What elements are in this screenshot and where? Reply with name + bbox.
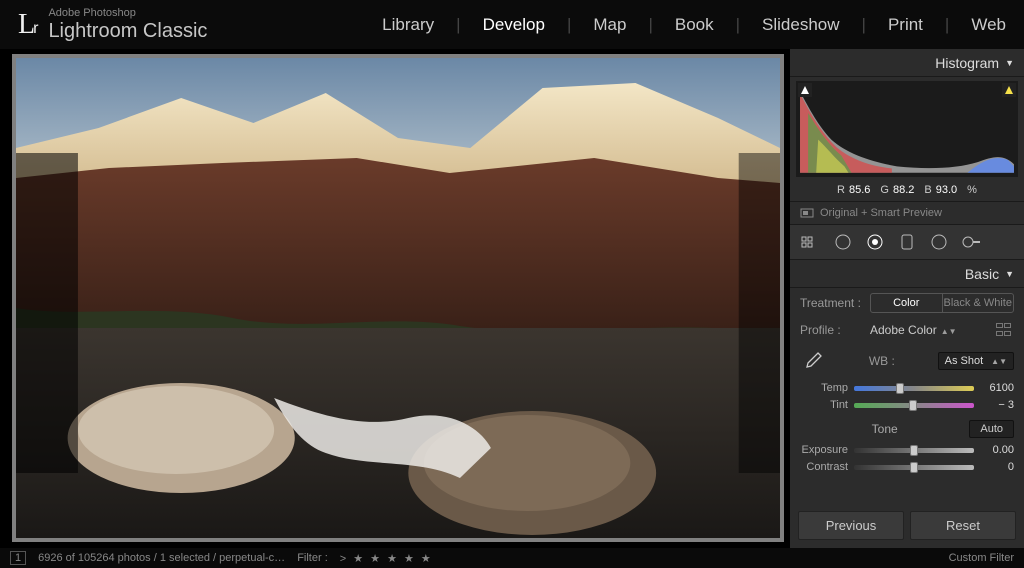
temp-label: Temp (800, 382, 848, 394)
tint-value[interactable]: − 3 (980, 399, 1014, 411)
treatment-bw[interactable]: Black & White (943, 294, 1014, 312)
basic-panel-header[interactable]: Basic ▼ (790, 260, 1024, 288)
module-library[interactable]: Library (382, 15, 434, 35)
adjustment-brush-icon[interactable] (960, 231, 982, 253)
shadow-clip-indicator[interactable] (798, 83, 812, 97)
treatment-row: Treatment : Color Black & White (790, 288, 1024, 318)
radial-filter-icon[interactable] (928, 231, 950, 253)
right-panel: Histogram ▼ R85.6 (790, 49, 1024, 548)
exposure-slider-row: Exposure 0.00 (790, 442, 1024, 459)
crop-tool-icon[interactable] (832, 231, 854, 253)
exposure-slider[interactable] (854, 448, 974, 453)
spot-removal-icon[interactable] (864, 231, 886, 253)
profile-browser-icon[interactable] (996, 323, 1014, 337)
custom-filter-dropdown[interactable]: Custom Filter (949, 552, 1014, 564)
treatment-toggle[interactable]: Color Black & White (870, 293, 1014, 313)
filmstrip-footer: 1 6926 of 105264 photos / 1 selected / p… (0, 548, 1024, 568)
canvas-area (0, 49, 790, 548)
tone-label: Tone (800, 422, 969, 436)
main: Histogram ▼ R85.6 (0, 49, 1024, 548)
exposure-value[interactable]: 0.00 (980, 444, 1014, 456)
temp-slider-row: Temp 6100 (790, 380, 1024, 397)
brand-title: Lightroom Classic (48, 21, 207, 41)
app-root: Lr Adobe Photoshop Lightroom Classic Lib… (0, 0, 1024, 568)
photo-preview (16, 58, 780, 538)
filter-label: Filter : (297, 552, 328, 564)
contrast-slider[interactable] (854, 465, 974, 470)
rating-filter[interactable]: > ★ ★ ★ ★ ★ (340, 552, 433, 565)
auto-button[interactable]: Auto (969, 420, 1014, 438)
grid-view-icon[interactable]: 1 (10, 551, 26, 565)
redeye-tool-icon[interactable] (896, 231, 918, 253)
preview-label: Original + Smart Preview (820, 207, 942, 219)
photo-frame[interactable] (12, 54, 784, 542)
tint-label: Tint (800, 399, 848, 411)
preview-icon (800, 208, 814, 218)
exposure-label: Exposure (800, 444, 848, 456)
module-book[interactable]: Book (675, 15, 714, 35)
white-balance-row: WB : As Shot▲▼ (790, 342, 1024, 380)
profile-dropdown[interactable]: Adobe Color▲▼ (870, 323, 957, 337)
temp-slider[interactable] (854, 386, 974, 391)
module-picker-bar: Lr Adobe Photoshop Lightroom Classic Lib… (0, 0, 1024, 49)
profile-row: Profile : Adobe Color▲▼ (790, 318, 1024, 342)
count-text: 6926 of 105264 photos / 1 selected / per… (38, 552, 285, 564)
tint-slider-row: Tint − 3 (790, 397, 1024, 414)
contrast-label: Contrast (800, 461, 848, 473)
module-develop[interactable]: Develop (483, 15, 545, 35)
module-slideshow[interactable]: Slideshow (762, 15, 840, 35)
tone-header: Tone Auto (790, 414, 1024, 442)
treatment-label: Treatment : (800, 296, 862, 310)
basic-title: Basic (965, 266, 999, 282)
app-logo: Lr (18, 9, 38, 41)
collapse-icon: ▼ (1005, 269, 1014, 279)
tint-slider[interactable] (854, 403, 974, 408)
module-map[interactable]: Map (593, 15, 626, 35)
collapse-icon: ▼ (1005, 58, 1014, 68)
treatment-color[interactable]: Color (871, 294, 943, 312)
view-modes-icon[interactable] (800, 231, 822, 253)
eyedropper-icon[interactable] (800, 348, 826, 374)
reset-button[interactable]: Reset (910, 511, 1016, 540)
develop-toolstrip (790, 225, 1024, 260)
wb-label: WB : (869, 354, 895, 368)
histogram-title: Histogram (935, 55, 999, 71)
profile-label: Profile : (800, 323, 862, 337)
contrast-slider-row: Contrast 0 (790, 459, 1024, 476)
rgb-readout: R85.6 G88.2 B93.0 % (790, 181, 1024, 201)
modules: Library | Develop | Map | Book | Slidesh… (382, 15, 1006, 35)
contrast-value[interactable]: 0 (980, 461, 1014, 473)
module-print[interactable]: Print (888, 15, 923, 35)
previous-button[interactable]: Previous (798, 511, 904, 540)
brand-subtitle: Adobe Photoshop (48, 8, 207, 19)
brand: Lr Adobe Photoshop Lightroom Classic (18, 8, 207, 41)
histogram[interactable] (796, 81, 1018, 177)
highlight-clip-indicator[interactable] (1002, 83, 1016, 97)
module-web[interactable]: Web (971, 15, 1006, 35)
temp-value[interactable]: 6100 (980, 382, 1014, 394)
histogram-header[interactable]: Histogram ▼ (790, 49, 1024, 77)
smart-preview-row[interactable]: Original + Smart Preview (790, 201, 1024, 225)
wb-dropdown[interactable]: As Shot▲▼ (938, 352, 1014, 370)
